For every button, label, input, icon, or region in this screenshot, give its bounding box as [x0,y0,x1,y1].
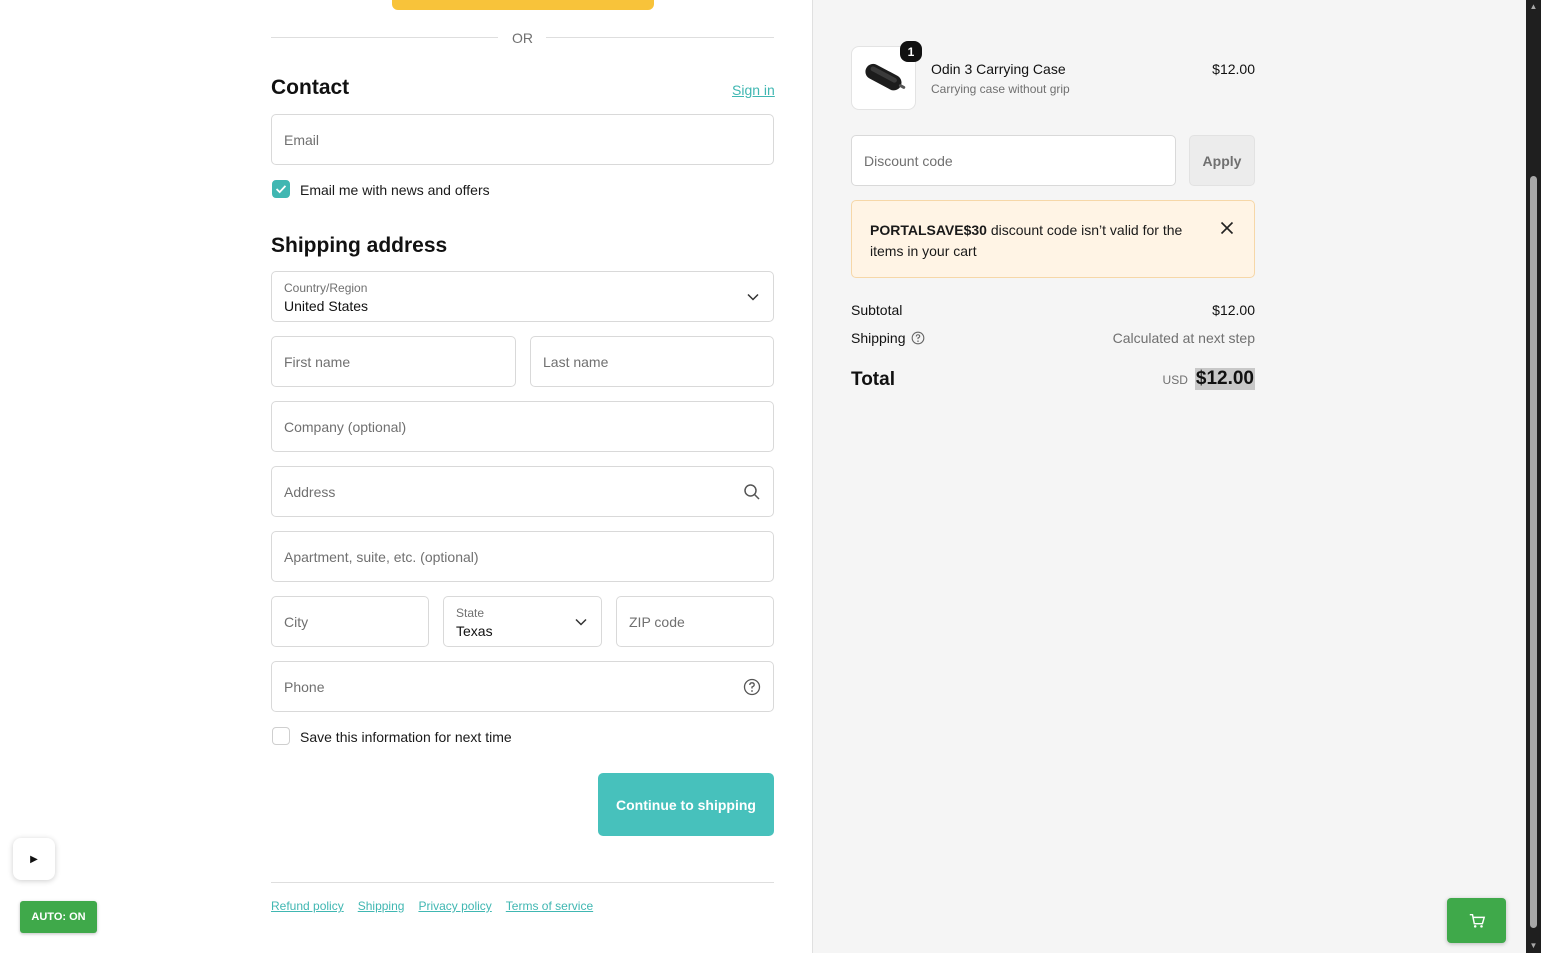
close-icon[interactable] [1220,221,1234,235]
help-circle-icon[interactable] [911,331,925,345]
news-offers-label: Email me with news and offers [300,182,490,198]
or-label: OR [512,30,533,46]
phone-placeholder: Phone [284,678,325,695]
checkout-form-panel: OR Contact Sign in Email Email me with n… [0,0,812,953]
or-divider: OR [271,28,774,48]
checkmark-icon [275,185,287,194]
footer-links: Refund policy Shipping Privacy policy Te… [271,899,593,913]
shipping-policy-link[interactable]: Shipping [358,899,405,913]
terms-of-service-link[interactable]: Terms of service [506,899,593,913]
city-field[interactable]: City [271,596,429,647]
news-offers-checkbox[interactable] [272,180,290,198]
zip-placeholder: ZIP code [629,613,685,630]
help-circle-icon[interactable] [743,678,761,696]
total-label: Total [851,369,895,390]
search-icon [744,483,760,500]
footer-divider [271,882,774,883]
state-label: State [456,606,485,620]
first-name-placeholder: First name [284,353,351,370]
auto-mode-button[interactable]: AUTO: ON [20,901,97,933]
alert-code: PORTALSAVE$30 [870,222,987,238]
company-field[interactable]: Company (optional) [271,401,774,452]
alert-message: PORTALSAVE$30 discount code isn’t valid … [870,220,1190,262]
apartment-field[interactable]: Apartment, suite, etc. (optional) [271,531,774,582]
email-placeholder: Email [284,131,320,148]
play-button[interactable]: ▶ [13,838,55,880]
sign-in-link[interactable]: Sign in [732,82,775,98]
quantity-badge: 1 [900,41,922,62]
total-value: $12.00 [1194,368,1255,390]
product-name: Odin 3 Carrying Case [931,61,1066,77]
currency-code: USD [1162,373,1188,387]
subtotal-label: Subtotal [851,302,903,318]
shipping-label: Shipping [851,330,906,346]
cart-button[interactable] [1447,898,1506,943]
scroll-down-arrow[interactable]: ▼ [1526,939,1541,953]
country-label: Country/Region [284,281,368,295]
contact-title: Contact [271,76,350,99]
state-value: Texas [456,623,493,639]
cart-icon [1469,913,1485,928]
page-scrollbar[interactable]: ▲ ▼ [1526,0,1541,953]
first-name-field[interactable]: First name [271,336,516,387]
apply-discount-button[interactable]: Apply [1189,135,1255,186]
save-info-checkbox[interactable] [272,727,290,745]
company-placeholder: Company (optional) [284,418,407,435]
zip-field[interactable]: ZIP code [616,596,774,647]
address-field[interactable]: Address [271,466,774,517]
chevron-down-icon [747,293,759,301]
total-amount-group: USD $12.00 [1163,368,1255,390]
save-info-label: Save this information for next time [300,729,512,745]
country-value: United States [284,298,369,314]
express-pay-button[interactable] [392,0,654,10]
state-select[interactable]: State Texas [443,596,602,647]
email-field[interactable]: Email [271,114,774,165]
scroll-thumb[interactable] [1530,176,1537,928]
shipping-address-title: Shipping address [271,234,448,257]
city-placeholder: City [284,613,309,630]
phone-field[interactable]: Phone [271,661,774,712]
divider-line-right [546,37,774,38]
address-placeholder: Address [284,483,336,500]
last-name-placeholder: Last name [543,353,609,370]
discount-error-alert: PORTALSAVE$30 discount code isn’t valid … [851,200,1255,278]
product-price: $12.00 [1212,61,1255,77]
discount-code-field[interactable]: Discount code [851,135,1176,186]
country-select[interactable]: Country/Region United States [271,271,774,322]
refund-policy-link[interactable]: Refund policy [271,899,344,913]
subtotal-value: $12.00 [1212,302,1255,318]
last-name-field[interactable]: Last name [530,336,774,387]
scroll-up-arrow[interactable]: ▲ [1526,0,1541,14]
chevron-down-icon [575,618,587,626]
apartment-placeholder: Apartment, suite, etc. (optional) [284,548,479,565]
product-variant: Carrying case without grip [931,82,1070,96]
discount-code-placeholder: Discount code [864,152,953,169]
continue-to-shipping-button[interactable]: Continue to shipping [598,773,774,836]
shipping-value: Calculated at next step [1112,330,1255,346]
privacy-policy-link[interactable]: Privacy policy [418,899,491,913]
